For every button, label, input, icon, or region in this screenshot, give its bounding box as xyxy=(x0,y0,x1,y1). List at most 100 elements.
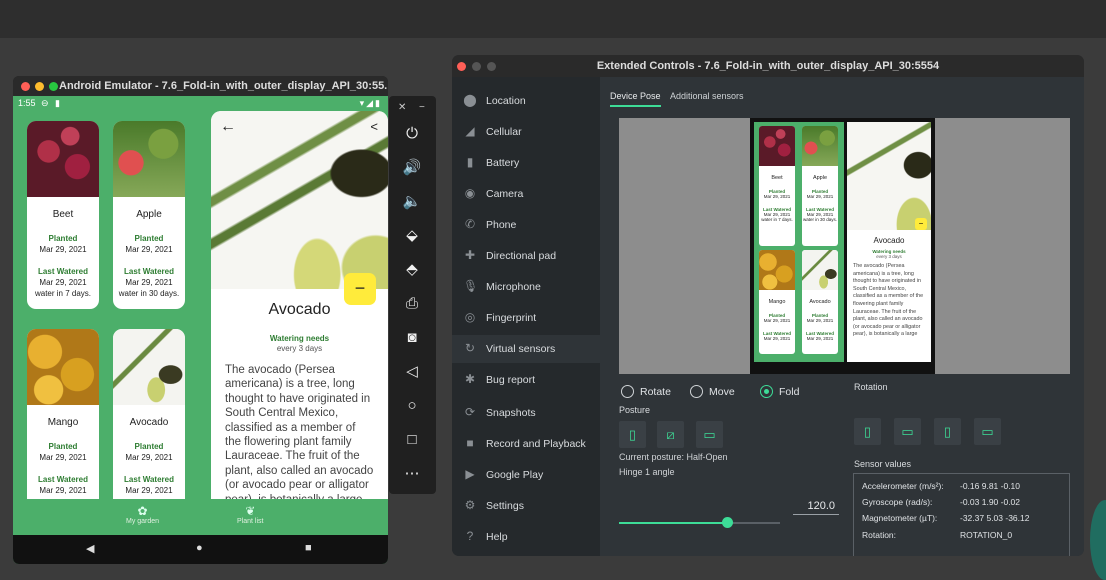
last-watered-date: Mar 29, 2021 xyxy=(763,336,791,341)
share-icon[interactable]: < xyxy=(370,119,378,134)
planted-date: Mar 29, 2021 xyxy=(125,453,173,462)
rotation-reverse-landscape-button[interactable]: ▭ xyxy=(974,418,1001,445)
close-icon[interactable]: ✕ xyxy=(398,102,406,113)
sidebar-item-label: Microphone xyxy=(486,281,541,293)
sidebar-item-battery[interactable]: ▮ Battery xyxy=(452,149,600,177)
hinge-angle-slider[interactable] xyxy=(619,517,780,528)
sidebar-item-directional-pad[interactable]: ✚ Directional pad xyxy=(452,242,600,270)
mini-card-apple: Apple Planted Mar 29, 2021 Last Watered … xyxy=(802,126,838,246)
volume-down-icon[interactable]: 🔈 xyxy=(398,190,426,214)
sidebar-item-label: Directional pad xyxy=(486,250,557,262)
back-icon[interactable]: ◁ xyxy=(398,360,426,384)
nav-label: Plant list xyxy=(237,518,264,525)
play-icon: ▶ xyxy=(465,467,475,481)
sidebar-item-cellular[interactable]: ◢ Cellular xyxy=(452,118,600,146)
hinge-angle-input[interactable]: 120.0 xyxy=(793,497,839,515)
volume-up-icon[interactable]: 🔊 xyxy=(398,156,426,180)
sidebar-item-label: Battery xyxy=(486,157,520,169)
garden-icon: ✿ xyxy=(137,504,148,518)
sidebar-item-virtual-sensors[interactable]: ↻ Virtual sensors xyxy=(452,335,600,363)
posture-closed-button[interactable]: ▯ xyxy=(619,421,646,448)
battery-icon: ▮ xyxy=(466,155,474,169)
last-watered-label: Last Watered xyxy=(124,475,174,484)
avocado-image xyxy=(802,250,838,290)
plant-card-beet[interactable]: Beet Planted Mar 29, 2021 Last Watered M… xyxy=(27,121,99,309)
plant-description: The avocado (Persea americana) is a tree… xyxy=(225,364,374,499)
back-arrow-icon[interactable]: ← xyxy=(220,118,236,136)
apple-image xyxy=(113,121,185,197)
sidebar-item-location[interactable]: ⬤ Location xyxy=(452,87,600,115)
nav-plant-list[interactable]: ❦ Plant list xyxy=(237,504,263,525)
nav-label: My garden xyxy=(126,518,160,525)
sidebar-item-camera[interactable]: ◉ Camera xyxy=(452,180,600,208)
radio-label: Move xyxy=(709,386,735,398)
sidebar-item-label: Help xyxy=(486,531,508,543)
plant-name: Avocado xyxy=(809,299,831,305)
tab-additional-sensors[interactable]: Additional sensors xyxy=(670,91,744,101)
minimize-window-button[interactable] xyxy=(35,82,44,91)
remove-from-garden-fab[interactable]: − xyxy=(344,273,376,305)
last-watered-date: Mar 29, 2021 xyxy=(125,278,173,287)
minimize-icon[interactable]: − xyxy=(419,102,425,113)
foldable-device-model[interactable]: Beet Planted Mar 29, 2021 Last Watered M… xyxy=(750,118,935,374)
desktop-background xyxy=(0,0,1106,38)
more-icon[interactable]: ⋯ xyxy=(398,462,426,486)
planted-date: Mar 29, 2021 xyxy=(763,194,791,199)
plant-name: Avocado xyxy=(129,417,169,428)
sidebar-item-google-play[interactable]: ▶ Google Play xyxy=(452,461,600,489)
sensor-value: ROTATION_0 xyxy=(960,530,1013,540)
settings-icon: ⚙ xyxy=(464,498,476,512)
power-icon[interactable]: ⏻ xyxy=(398,122,426,146)
posture-open-button[interactable]: ▭ xyxy=(696,421,723,448)
zoom-window-button[interactable] xyxy=(49,82,58,91)
sidebar-item-microphone[interactable]: 🎙 Microphone xyxy=(452,273,600,301)
fold-left-screen: Beet Planted Mar 29, 2021 Last Watered M… xyxy=(754,122,844,362)
apple-image xyxy=(802,126,838,166)
plant-card-avocado[interactable]: Avocado Planted Mar 29, 2021 Last Watere… xyxy=(113,329,185,517)
avocado-hero-image: ← < xyxy=(211,111,388,289)
home-icon[interactable]: ○ xyxy=(398,394,426,418)
rotation-reverse-portrait-button[interactable]: ▯ xyxy=(934,418,961,445)
plant-name: Beet xyxy=(52,209,74,220)
plant-name: Beet xyxy=(771,175,783,181)
slider-thumb[interactable] xyxy=(721,517,733,528)
beet-image xyxy=(27,121,99,197)
sidebar-item-fingerprint[interactable]: ◎ Fingerprint xyxy=(452,304,600,332)
plant-card-mango[interactable]: Mango Planted Mar 29, 2021 Last Watered … xyxy=(27,329,99,517)
sidebar-item-bug-report[interactable]: ✱ Bug report xyxy=(452,366,600,394)
sensor-name: Rotation: xyxy=(862,530,897,540)
rotate-right-icon[interactable]: ⬘ xyxy=(398,258,426,282)
plant-card-apple[interactable]: Apple Planted Mar 29, 2021 Last Watered … xyxy=(113,121,185,309)
overview-icon[interactable]: □ xyxy=(398,428,426,452)
watering-note: water in 30 days. xyxy=(802,217,838,222)
sidebar-item-settings[interactable]: ⚙ Settings xyxy=(452,492,600,520)
status-system-icons: ▾◢▮ xyxy=(359,98,382,108)
sidebar-item-help[interactable]: ? Help xyxy=(452,523,600,551)
posture-half-open-button[interactable]: ⧄ xyxy=(657,421,684,448)
tab-device-pose[interactable]: Device Pose xyxy=(610,91,661,107)
rotate-left-icon[interactable]: ⬙ xyxy=(398,224,426,248)
nav-my-garden[interactable]: ✿ My garden xyxy=(126,504,159,525)
camera-icon[interactable]: ◙ xyxy=(398,326,426,350)
mango-image xyxy=(27,329,99,405)
snapshots-icon: ⟳ xyxy=(464,405,476,419)
screenshot-icon[interactable]: ⎙ xyxy=(398,292,426,316)
device-pose-viewport[interactable]: Beet Planted Mar 29, 2021 Last Watered M… xyxy=(619,118,1070,374)
plant-name: Mango xyxy=(768,299,786,305)
nav-recents-icon[interactable]: ■ xyxy=(305,542,312,554)
planted-date: Mar 29, 2021 xyxy=(39,245,87,254)
nav-home-icon[interactable]: ● xyxy=(196,542,203,554)
sidebar-item-label: Virtual sensors xyxy=(486,343,556,355)
sidebar-item-snapshots[interactable]: ⟳ Snapshots xyxy=(452,399,600,427)
last-watered-label: Last Watered xyxy=(38,475,88,484)
mini-card-beet: Beet Planted Mar 29, 2021 Last Watered M… xyxy=(759,126,795,246)
plant-detail-pane: ← < − Avocado Watering needs every 3 day… xyxy=(211,111,388,499)
rotation-landscape-button[interactable]: ▭ xyxy=(894,418,921,445)
nav-back-icon[interactable]: ◀ xyxy=(86,542,94,555)
sidebar-item-phone[interactable]: ✆ Phone xyxy=(452,211,600,239)
rotation-portrait-button[interactable]: ▯ xyxy=(854,418,881,445)
plant-name: Apple xyxy=(812,175,828,181)
sidebar-item-record-playback[interactable]: ■ Record and Playback xyxy=(452,430,600,458)
close-window-button[interactable] xyxy=(21,82,30,91)
mango-image xyxy=(759,250,795,290)
